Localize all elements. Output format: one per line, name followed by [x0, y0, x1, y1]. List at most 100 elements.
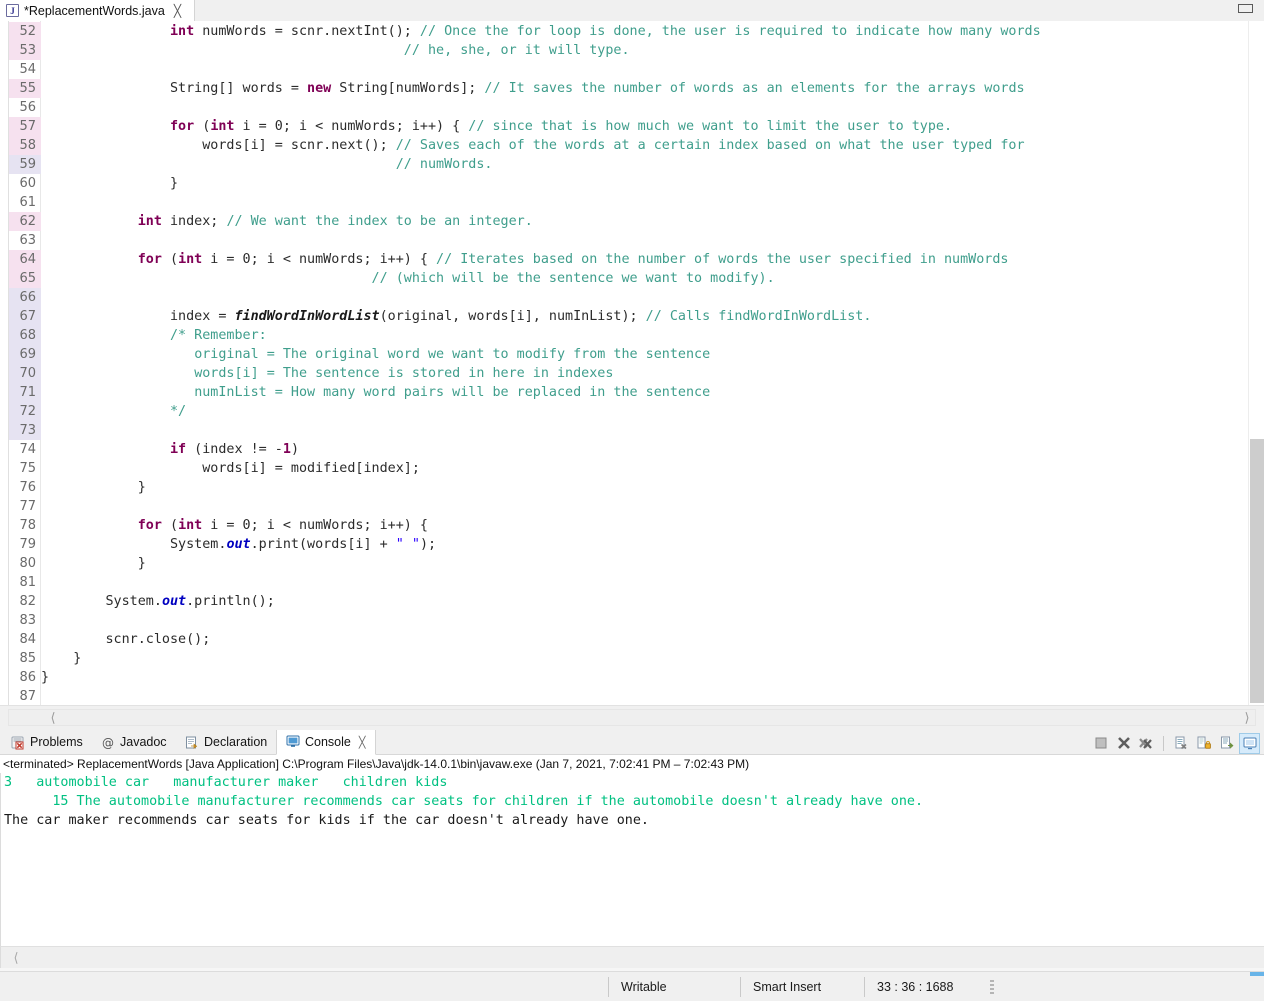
- tab-problems[interactable]: Problems: [2, 730, 92, 755]
- line-number: 87: [19, 689, 36, 704]
- line-number: 56: [19, 100, 36, 115]
- console-icon: [286, 735, 300, 749]
- code-line[interactable]: }: [41, 649, 81, 668]
- status-insert-mode: Smart Insert: [740, 977, 864, 997]
- scroll-lock-button[interactable]: [1193, 733, 1214, 754]
- code-line[interactable]: original = The original word we want to …: [41, 345, 710, 364]
- chevron-left-icon[interactable]: ⟨: [46, 710, 60, 725]
- line-number: 59: [9, 155, 41, 174]
- tab-javadoc[interactable]: @ Javadoc: [92, 730, 176, 755]
- editor-vscroll-thumb[interactable]: [1250, 439, 1264, 703]
- svg-text:@: @: [102, 736, 114, 750]
- code-line[interactable]: String[] words = new String[numWords]; /…: [41, 79, 1025, 98]
- line-number: 52: [9, 22, 41, 41]
- line-number: 79: [19, 537, 36, 552]
- tab-console[interactable]: Console ╳: [276, 730, 376, 755]
- code-line[interactable]: index = findWordInWordList(original, wor…: [41, 307, 871, 326]
- line-number: 74: [19, 442, 36, 457]
- code-line[interactable]: words[i] = The sentence is stored in her…: [41, 364, 613, 383]
- editor-tab-label: *ReplacementWords.java: [24, 3, 165, 18]
- editor-tab-strip: J *ReplacementWords.java ╳: [0, 0, 1264, 21]
- line-number: 73: [9, 421, 41, 440]
- line-number: 58: [9, 136, 41, 155]
- eclipse-ide-window: J *ReplacementWords.java ╳ 52 53 54 55 56 57 5…: [0, 0, 1264, 1001]
- problems-icon: [11, 736, 25, 750]
- line-number: 86: [19, 670, 36, 685]
- line-number: 65: [9, 269, 41, 288]
- line-number: 57: [9, 117, 41, 136]
- editor-hscroll-track[interactable]: [8, 709, 1256, 726]
- line-number: 71: [9, 383, 41, 402]
- tab-declaration[interactable]: Declaration: [176, 730, 276, 755]
- tab-label: Javadoc: [120, 735, 167, 749]
- editor-horizontal-scrollbar[interactable]: ⟨ ⟩: [0, 705, 1264, 729]
- clear-console-button[interactable]: [1170, 733, 1191, 754]
- line-number: 69: [9, 345, 41, 364]
- line-number: 81: [19, 575, 36, 590]
- chevron-right-icon[interactable]: ⟩: [1240, 710, 1254, 725]
- line-number: 63: [19, 233, 36, 248]
- line-number-gutter: 52 53 54 55 56 57 58 59 60 61 62 63 64 65 66 67 68 69 70 71…: [0, 21, 41, 705]
- toolbar-separator: [1163, 735, 1164, 751]
- code-line[interactable]: scnr.close();: [41, 630, 210, 649]
- line-number: 64: [9, 250, 41, 269]
- code-line[interactable]: int index; // We want the index to be an…: [41, 212, 533, 231]
- code-line[interactable]: /* Remember:: [41, 326, 267, 345]
- line-number: 80: [19, 556, 36, 571]
- tab-label: Declaration: [204, 735, 268, 749]
- remove-launch-button[interactable]: [1113, 733, 1134, 754]
- line-number: 66: [9, 288, 41, 307]
- console-output[interactable]: 3 automobile car manufacturer maker chil…: [0, 773, 1264, 946]
- line-number: 75: [19, 461, 36, 476]
- status-resize-handle[interactable]: [990, 980, 994, 994]
- line-number: 72: [9, 402, 41, 421]
- code-line[interactable]: words[i] = modified[index];: [41, 459, 420, 478]
- editor-tab-replacementwords[interactable]: J *ReplacementWords.java ╳: [0, 0, 195, 21]
- line-number: 77: [19, 499, 36, 514]
- code-text-area[interactable]: int numWords = scnr.nextInt(); // Once t…: [41, 21, 1264, 705]
- tab-label: Problems: [30, 735, 83, 749]
- status-bar: Writable Smart Insert 33 : 36 : 1688: [0, 971, 1264, 1001]
- code-line[interactable]: System.out.println();: [41, 592, 274, 611]
- code-line[interactable]: words[i] = scnr.next(); // Saves each of…: [41, 136, 1024, 155]
- code-line[interactable]: for (int i = 0; i < numWords; i++) { // …: [41, 117, 952, 136]
- code-line[interactable]: int numWords = scnr.nextInt(); // Once t…: [41, 22, 1041, 41]
- console-line: 3 automobile car manufacturer maker chil…: [4, 775, 448, 790]
- code-line[interactable]: }: [41, 668, 49, 687]
- close-icon[interactable]: ╳: [359, 736, 366, 749]
- editor-vertical-scrollbar[interactable]: [1248, 21, 1264, 705]
- remove-all-terminated-button[interactable]: [1136, 733, 1157, 754]
- code-line[interactable]: }: [41, 174, 178, 193]
- chevron-left-icon[interactable]: ⟨: [9, 950, 23, 965]
- code-line[interactable]: // numWords.: [41, 155, 493, 174]
- bottom-panel: Problems @ Javadoc Declaration Console ╳: [0, 730, 1264, 971]
- panel-tab-bar: Problems @ Javadoc Declaration Console ╳: [0, 730, 1264, 755]
- line-number: 83: [19, 613, 36, 628]
- status-accent-bar: [1250, 972, 1264, 976]
- code-line[interactable]: System.out.print(words[i] + " ");: [41, 535, 436, 554]
- code-line[interactable]: */: [41, 402, 186, 421]
- java-file-icon: J: [6, 4, 19, 17]
- code-editor[interactable]: 52 53 54 55 56 57 58 59 60 61 62 63 64 65 66 67 68 69 70 71…: [0, 21, 1264, 705]
- status-writable: Writable: [608, 977, 740, 997]
- line-number: 78: [19, 518, 36, 533]
- code-line[interactable]: }: [41, 478, 146, 497]
- code-line[interactable]: // he, she, or it will type.: [41, 41, 630, 60]
- code-line[interactable]: if (index != -1): [41, 440, 299, 459]
- console-line: 15 The automobile manufacturer recommend…: [4, 794, 924, 809]
- line-number: 53: [9, 41, 41, 60]
- pin-console-button[interactable]: [1216, 733, 1237, 754]
- code-line[interactable]: for (int i = 0; i < numWords; i++) { // …: [41, 250, 1009, 269]
- console-horizontal-scrollbar[interactable]: ⟨: [0, 946, 1264, 968]
- code-line[interactable]: for (int i = 0; i < numWords; i++) {: [41, 516, 428, 535]
- code-line[interactable]: }: [41, 554, 146, 573]
- code-line[interactable]: numInList = How many word pairs will be …: [41, 383, 710, 402]
- line-number: 76: [19, 480, 36, 495]
- code-line[interactable]: // (which will be the sentence we want t…: [41, 269, 775, 288]
- restore-window-button[interactable]: [1238, 4, 1256, 15]
- display-selected-console-button[interactable]: [1239, 732, 1260, 754]
- close-icon[interactable]: ╳: [174, 5, 181, 17]
- line-number: 55: [9, 79, 41, 98]
- terminate-button[interactable]: [1090, 733, 1111, 754]
- line-number: 85: [19, 651, 36, 666]
